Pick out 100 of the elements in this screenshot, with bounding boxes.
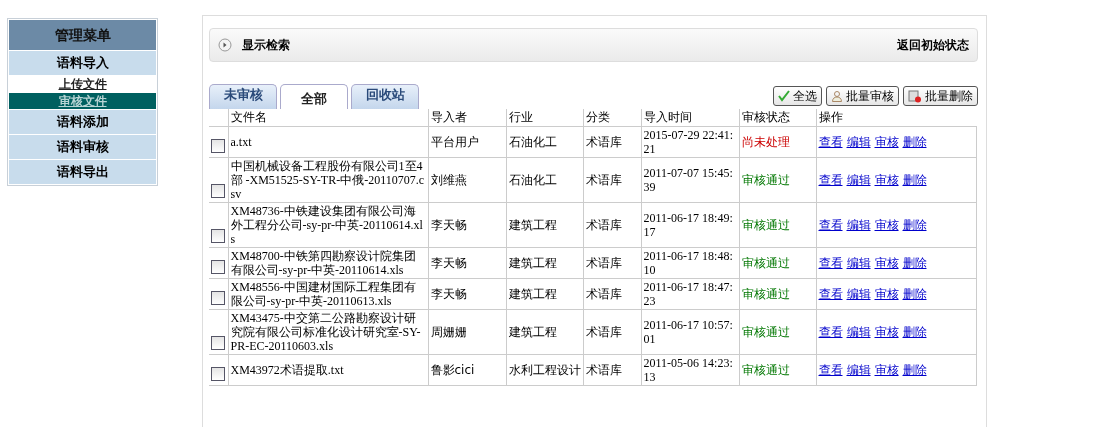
menu-item[interactable]: 审核文件 [9,93,156,109]
action-link[interactable]: 删除 [902,254,927,272]
checkbox[interactable] [211,139,225,153]
file-name: XM48700-中铁第四勘察设计院集团有限公司-sy-pr-中英-20110614.xls [230,249,417,277]
action-link[interactable]: 查看 [818,216,843,234]
tab[interactable]: 未审核 [209,84,277,109]
expand-icon[interactable] [218,38,232,52]
database-delete-icon [908,89,922,103]
tab[interactable]: 全部 [280,84,348,109]
action-link[interactable]: 编辑 [846,285,871,303]
import-time: 2011-05-06 14:23:13 [643,356,734,384]
column-header: 操作 [816,109,976,127]
action-link[interactable]: 审核 [874,216,899,234]
category-text: 术语库 [585,172,623,188]
column-header: 行业 [506,109,583,127]
reset-link[interactable]: 返回初始状态 [897,36,969,54]
checkbox[interactable] [211,184,225,198]
action-link[interactable]: 删除 [902,285,927,303]
menu-title: 管理菜单 [9,20,156,50]
importer-name: 李天畅 [430,255,468,271]
import-time: 2011-06-17 18:47:23 [643,280,734,308]
menu-item[interactable]: 语料导出 [9,160,156,184]
file-name: XM43475-中交第二公路勘察设计研究院有限公司标准化设计研究室-SY-PR-EC-20110603.xls [230,311,422,353]
action-link[interactable]: 删除 [902,171,927,189]
import-time: 2015-07-29 22:41:21 [643,128,735,156]
column-header: 导入者 [428,109,506,127]
importer-name: 李天畅 [430,217,468,233]
user-icon [831,90,843,102]
category-text: 术语库 [585,134,623,150]
tab[interactable]: 回收站 [351,84,419,109]
file-name: XM48556-中国建材国际工程集团有限公司-sy-pr-中英-20110613.xls [230,280,417,308]
action-link[interactable]: 编辑 [846,323,871,341]
status-text: 审核通过 [741,216,791,234]
file-name: a.txt [230,135,253,149]
column-header: 分类 [583,109,641,127]
status-text: 审核通过 [741,323,791,341]
column-header: 审核状态 [739,109,816,127]
column-header: 文件名 [228,109,428,127]
importer-name: 鲁影cici [430,362,476,378]
toolbar-button[interactable]: 批量审核 [826,86,899,106]
category-text: 术语库 [585,324,623,340]
toolbar-button[interactable]: 批量删除 [903,86,978,106]
menu-item[interactable]: 语料导入 [9,51,156,75]
action-link[interactable]: 删除 [902,361,927,379]
action-link[interactable]: 查看 [818,133,843,151]
menu-item[interactable]: 语料审核 [9,135,156,159]
action-link[interactable]: 查看 [818,254,843,272]
importer-name: 周姗姗 [430,324,468,340]
category-text: 术语库 [585,286,623,302]
importer-name: 平台用户 [430,134,480,150]
search-title: 显示检索 [242,36,290,54]
action-link[interactable]: 删除 [902,133,927,151]
industry-text: 水利工程设计 [508,362,581,378]
action-link[interactable]: 编辑 [846,133,871,151]
importer-name: 刘维燕 [430,172,468,188]
action-link[interactable]: 编辑 [846,361,871,379]
import-time: 2011-06-17 18:48:10 [643,249,734,277]
action-link[interactable]: 审核 [874,323,899,341]
action-link[interactable]: 编辑 [846,216,871,234]
import-time: 2011-06-17 10:57:01 [643,318,734,346]
action-link[interactable]: 查看 [818,323,843,341]
action-link[interactable]: 审核 [874,133,899,151]
action-link[interactable]: 删除 [902,323,927,341]
status-text: 审核通过 [741,171,791,189]
status-text: 审核通过 [741,361,791,379]
file-name: XM48736-中铁建设集团有限公司海外工程分公司-sy-pr-中英-20110614.xls [230,204,424,246]
action-link[interactable]: 审核 [874,171,899,189]
industry-text: 建筑工程 [508,217,558,233]
menu-item[interactable]: 语料添加 [9,110,156,134]
action-link[interactable]: 编辑 [846,254,871,272]
category-text: 术语库 [585,217,623,233]
industry-text: 石油化工 [508,172,558,188]
import-time: 2011-07-07 15:45:39 [643,166,734,194]
industry-text: 建筑工程 [508,286,558,302]
importer-name: 李天畅 [430,286,468,302]
status-text: 审核通过 [741,285,791,303]
action-link[interactable]: 审核 [874,285,899,303]
checkbox[interactable] [211,336,225,350]
checkbox[interactable] [211,291,225,305]
category-text: 术语库 [585,362,623,378]
action-link[interactable]: 编辑 [846,171,871,189]
column-header: 导入时间 [641,109,739,127]
file-name: 中国机械设备工程股份有限公司1至4部 -XM51525-SY-TR-中俄-20110707.csv [230,159,426,201]
action-link[interactable]: 审核 [874,254,899,272]
checkbox[interactable] [211,367,225,381]
action-link[interactable]: 查看 [818,361,843,379]
import-time: 2011-06-17 18:49:17 [643,211,734,239]
industry-text: 建筑工程 [508,324,558,340]
file-name: XM43972术语提取.txt [230,363,345,377]
status-text: 尚未处理 [741,133,791,151]
check-icon [778,90,790,102]
action-link[interactable]: 查看 [818,171,843,189]
category-text: 术语库 [585,255,623,271]
toolbar-button[interactable]: 全选 [773,86,822,106]
action-link[interactable]: 查看 [818,285,843,303]
checkbox[interactable] [211,229,225,243]
action-link[interactable]: 删除 [902,216,927,234]
industry-text: 石油化工 [508,134,558,150]
checkbox[interactable] [211,260,225,274]
action-link[interactable]: 审核 [874,361,899,379]
